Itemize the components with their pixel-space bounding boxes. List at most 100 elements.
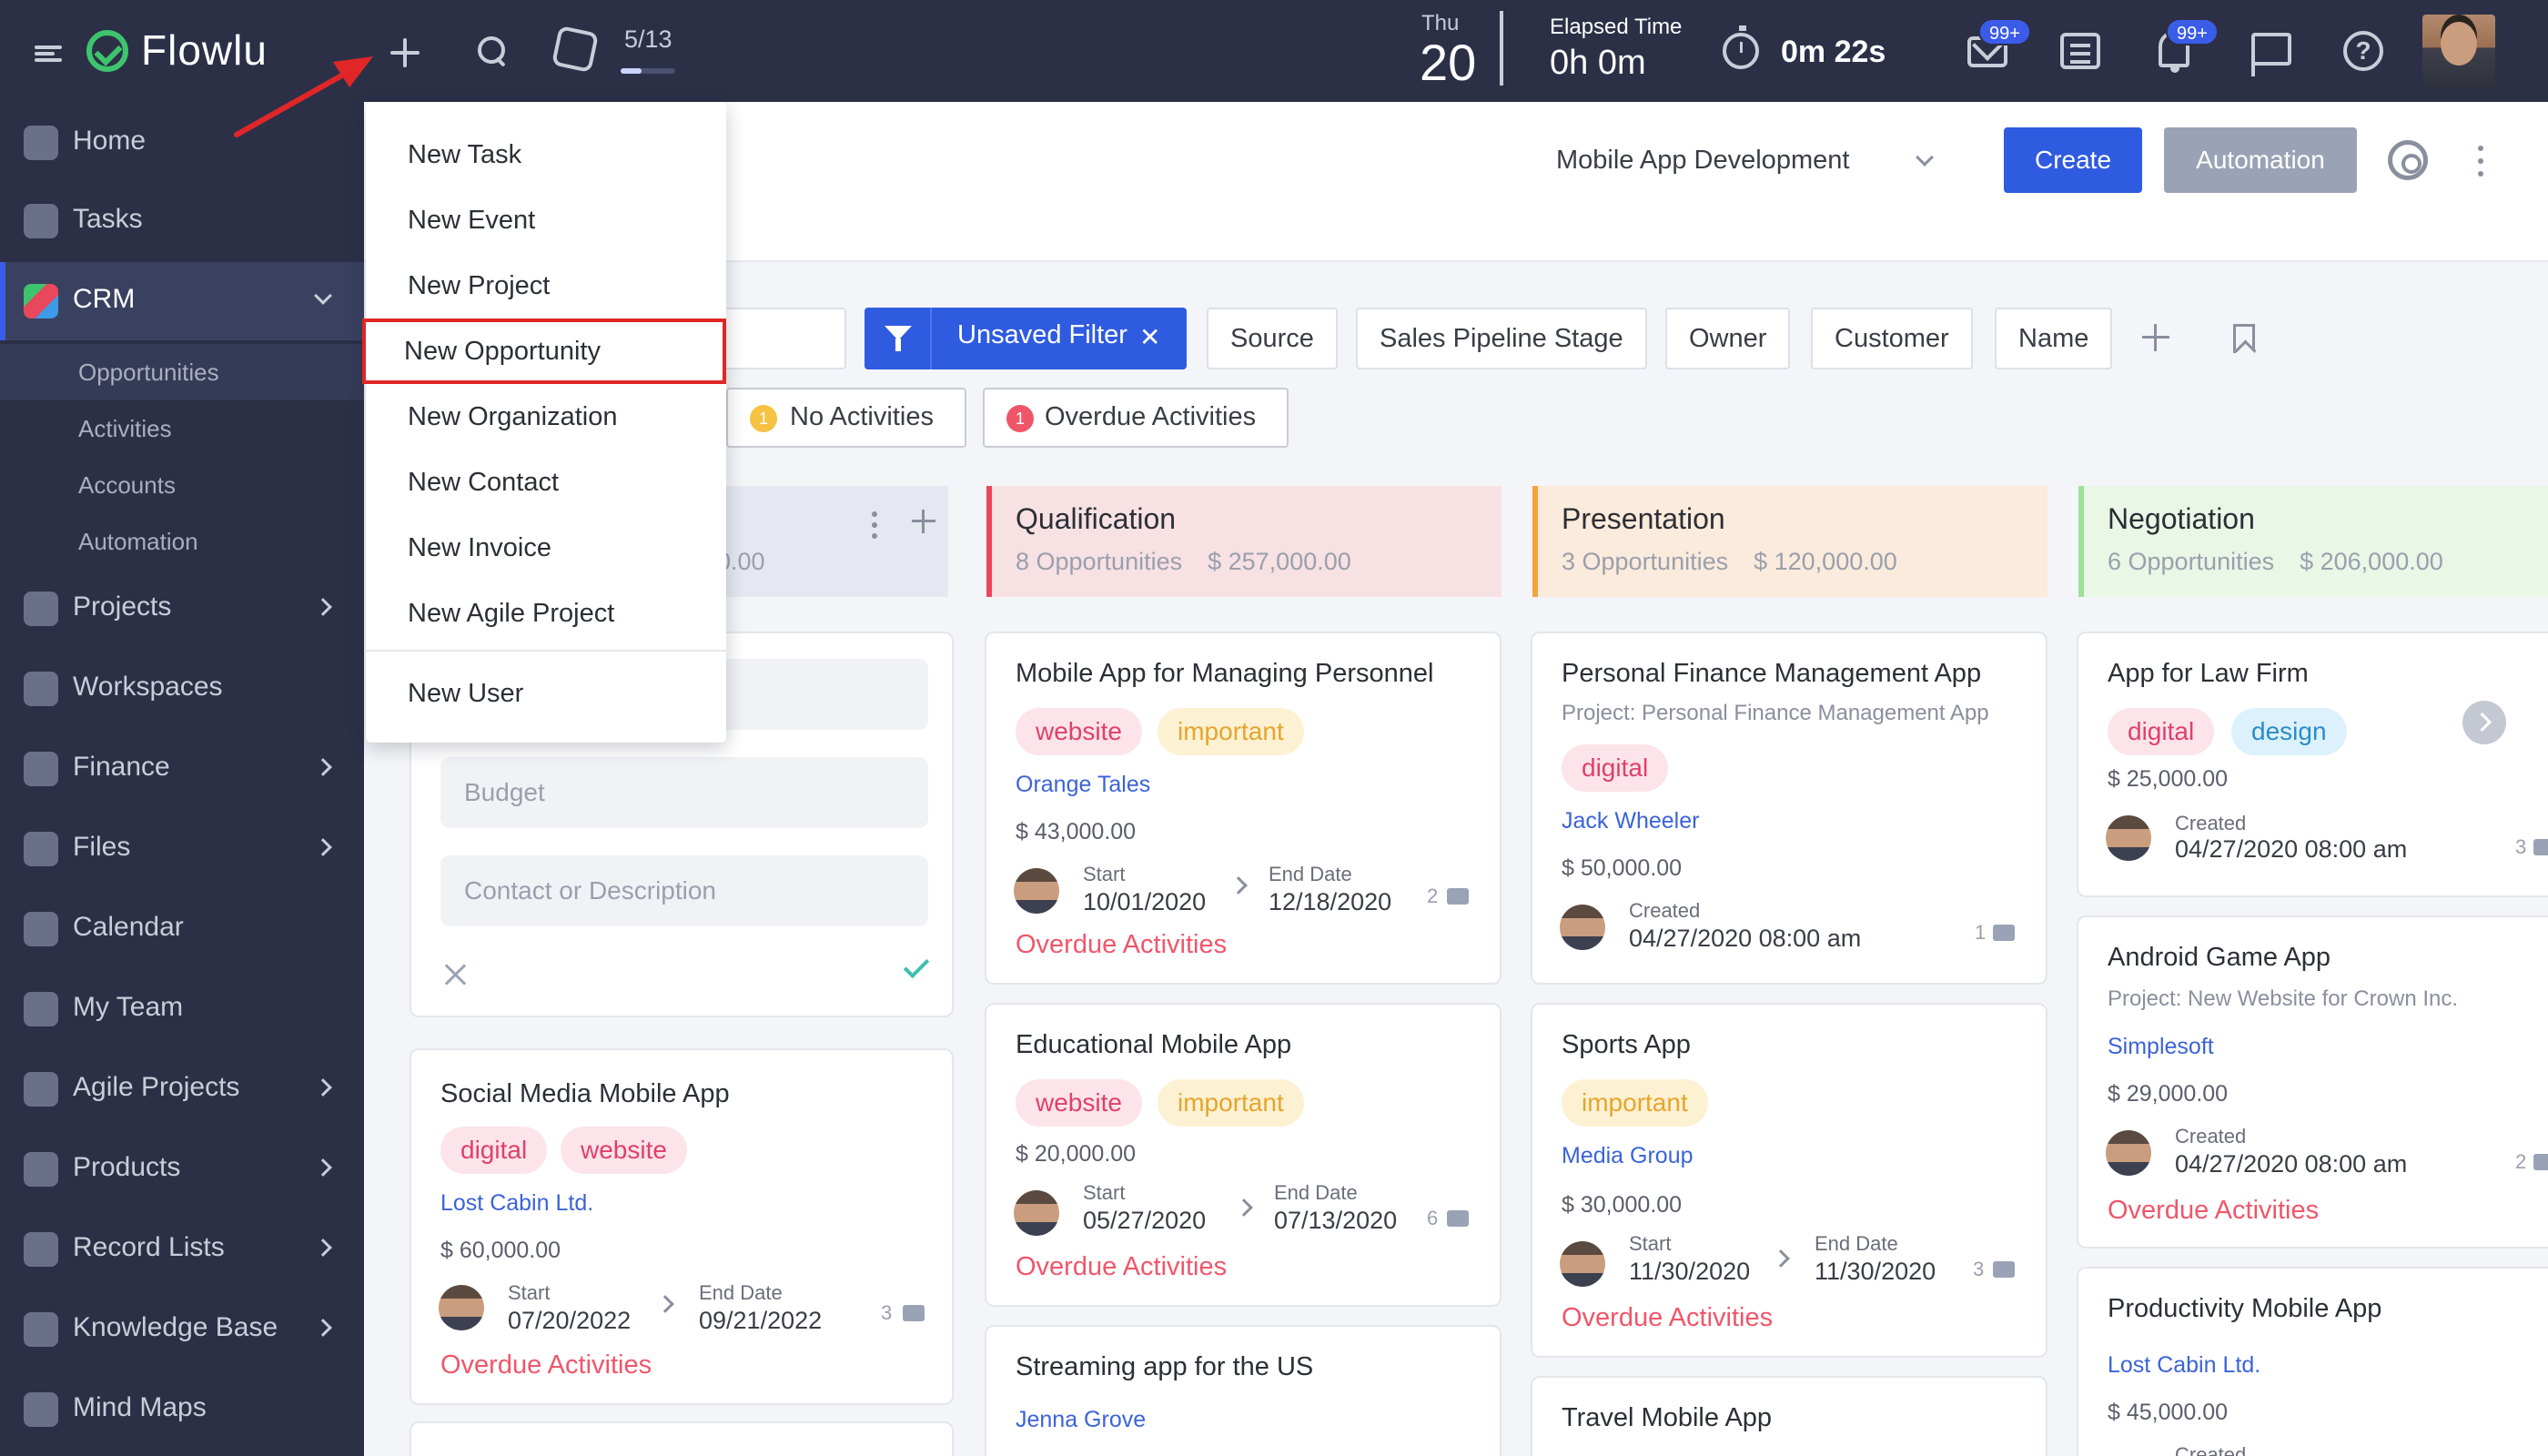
- quick-add-icon[interactable]: [387, 35, 423, 71]
- chat-icon[interactable]: [2251, 33, 2291, 76]
- customer-link[interactable]: Media Group: [1562, 1143, 1694, 1169]
- customer-link[interactable]: Lost Cabin Ltd.: [2108, 1352, 2260, 1379]
- filter-name[interactable]: Name: [1995, 308, 2113, 369]
- overdue-activities-link[interactable]: Overdue Activities: [440, 1350, 652, 1380]
- next-arrow-icon[interactable]: [2462, 701, 2506, 744]
- opportunity-card[interactable]: App for Law Firm digital design $ 25,000…: [2077, 632, 2548, 897]
- opportunity-card[interactable]: [410, 1421, 954, 1456]
- overdue-activities-link[interactable]: Overdue Activities: [1016, 1252, 1227, 1282]
- stopwatch-icon[interactable]: [1723, 25, 1759, 69]
- filter-owner[interactable]: Owner: [1665, 308, 1791, 369]
- create-button[interactable]: Create: [2004, 127, 2142, 193]
- tag: digital: [440, 1127, 548, 1174]
- sidebar-item-tasks[interactable]: Tasks: [0, 182, 364, 260]
- menu-item-new-invoice[interactable]: New Invoice: [366, 515, 726, 581]
- confirm-icon[interactable]: [903, 952, 930, 979]
- sidebar-subitem-opportunities[interactable]: Opportunities: [0, 344, 364, 400]
- menu-item-new-project[interactable]: New Project: [366, 253, 726, 318]
- overdue-activities-link[interactable]: Overdue Activities: [1562, 1303, 1773, 1333]
- sidebar-item-home[interactable]: Home: [0, 104, 364, 182]
- filter-customer[interactable]: Customer: [1811, 308, 1973, 369]
- tag: website: [1016, 708, 1142, 755]
- customer-link[interactable]: Simplesoft: [2108, 1034, 2214, 1060]
- sidebar-item-calendar[interactable]: Calendar: [0, 890, 364, 968]
- sidebar-item-workspaces[interactable]: Workspaces: [0, 650, 364, 728]
- customer-link[interactable]: Jenna Grove: [1016, 1407, 1146, 1433]
- project-select[interactable]: Mobile App Development: [1556, 146, 1849, 176]
- active-filter-chip[interactable]: Unsaved Filter ✕: [864, 308, 1187, 369]
- sidebar-subitem-activities[interactable]: Activities: [0, 400, 364, 457]
- automation-button[interactable]: Automation: [2164, 127, 2357, 193]
- tag: digital: [2108, 708, 2215, 755]
- notification-badge: 99+: [2166, 18, 2219, 46]
- sidebar-item-mind-maps[interactable]: Mind Maps: [0, 1370, 364, 1449]
- opportunity-card[interactable]: Social Media Mobile App digital website …: [410, 1048, 954, 1405]
- more-options-icon[interactable]: [2477, 144, 2484, 180]
- no-activities-label: No Activities: [790, 402, 934, 431]
- sidebar-item-knowledge-base[interactable]: Knowledge Base: [0, 1290, 364, 1369]
- opportunity-card[interactable]: Mobile App for Managing Personnel websit…: [985, 632, 1502, 985]
- overdue-activities-filter[interactable]: 1 Overdue Activities: [983, 388, 1289, 448]
- clear-filter-icon[interactable]: ✕: [1139, 322, 1160, 352]
- customer-link[interactable]: Orange Tales: [1016, 772, 1150, 798]
- search-icon[interactable]: [476, 35, 509, 67]
- overdue-activities-link[interactable]: Overdue Activities: [2108, 1196, 2319, 1226]
- timer-value[interactable]: 0m 22s: [1781, 35, 1886, 70]
- column-add-icon[interactable]: [912, 510, 935, 533]
- customer-link[interactable]: Lost Cabin Ltd.: [440, 1190, 593, 1217]
- menu-item-new-user[interactable]: New User: [366, 661, 726, 726]
- sidebar-item-products[interactable]: Products: [0, 1130, 364, 1208]
- opportunity-card[interactable]: Educational Mobile App website important…: [985, 1003, 1502, 1307]
- sidebar-item-label: Finance: [73, 752, 170, 782]
- gear-icon[interactable]: [2388, 140, 2428, 180]
- cancel-icon[interactable]: [444, 963, 468, 986]
- filter-source[interactable]: Source: [1207, 308, 1338, 369]
- no-activities-filter[interactable]: 1 No Activities: [726, 388, 966, 448]
- opportunity-card[interactable]: Sports App important Media Group $ 30,00…: [1531, 1003, 2048, 1358]
- sidebar-subitem-accounts[interactable]: Accounts: [0, 457, 364, 513]
- bookmark-icon[interactable]: [2233, 324, 2255, 353]
- column-amount: $ 120,000.00: [1754, 548, 1897, 575]
- news-feed-icon[interactable]: [2060, 33, 2100, 69]
- overdue-activities-link[interactable]: Overdue Activities: [1016, 930, 1227, 960]
- budget-input[interactable]: Budget: [440, 757, 928, 828]
- filter-sales-pipeline-stage[interactable]: Sales Pipeline Stage: [1356, 308, 1647, 369]
- customer-link[interactable]: Jack Wheeler: [1562, 808, 1699, 834]
- avatar: [1560, 905, 1605, 950]
- menu-item-new-organization[interactable]: New Organization: [366, 384, 726, 450]
- menu-item-new-contact[interactable]: New Contact: [366, 450, 726, 515]
- column-more-icon[interactable]: [872, 511, 877, 517]
- opportunity-card[interactable]: Streaming app for the US Jenna Grove: [985, 1325, 1502, 1456]
- menu-item-new-agile-project[interactable]: New Agile Project: [366, 581, 726, 646]
- add-filter-icon[interactable]: [2140, 322, 2171, 353]
- search-input[interactable]: [721, 308, 846, 369]
- task-timer-icon[interactable]: [551, 25, 600, 74]
- menu-item-new-opportunity[interactable]: New Opportunity: [362, 318, 726, 384]
- opportunity-card[interactable]: Android Game App Project: New Website fo…: [2077, 915, 2548, 1249]
- sidebar-item-my-team[interactable]: My Team: [0, 970, 364, 1048]
- menu-toggle-icon[interactable]: [35, 46, 64, 62]
- opportunity-card[interactable]: Personal Finance Management App Project:…: [1531, 632, 2048, 985]
- menu-item-new-task[interactable]: New Task: [366, 122, 726, 187]
- opportunity-card[interactable]: Travel Mobile App: [1531, 1376, 2048, 1456]
- sidebar-item-record-lists[interactable]: Record Lists: [0, 1210, 364, 1289]
- sidebar-item-label: Tasks: [73, 204, 143, 234]
- projects-icon: [24, 592, 58, 626]
- task-counter[interactable]: 5/13: [624, 25, 672, 54]
- opportunity-card[interactable]: Productivity Mobile App Lost Cabin Ltd. …: [2077, 1267, 2548, 1456]
- user-avatar[interactable]: [2422, 15, 2495, 87]
- card-title: Android Game App: [2108, 943, 2331, 972]
- contact-input[interactable]: Contact or Description: [440, 855, 928, 926]
- sidebar-item-projects[interactable]: Projects: [0, 570, 364, 648]
- sidebar-item-crm[interactable]: CRM: [0, 262, 364, 340]
- sidebar-item-files[interactable]: Files: [0, 810, 364, 888]
- sidebar-item-finance[interactable]: Finance: [0, 730, 364, 808]
- menu-item-new-event[interactable]: New Event: [366, 187, 726, 253]
- sidebar-item-label: Agile Projects: [73, 1072, 240, 1102]
- created-label: Created: [2175, 1443, 2247, 1456]
- help-icon[interactable]: ?: [2343, 31, 2383, 71]
- column-title: Presentation: [1562, 502, 1725, 535]
- sidebar-item-agile-projects[interactable]: Agile Projects: [0, 1050, 364, 1128]
- filter-toggle[interactable]: [864, 308, 932, 369]
- sidebar-subitem-automation[interactable]: Automation: [0, 513, 364, 570]
